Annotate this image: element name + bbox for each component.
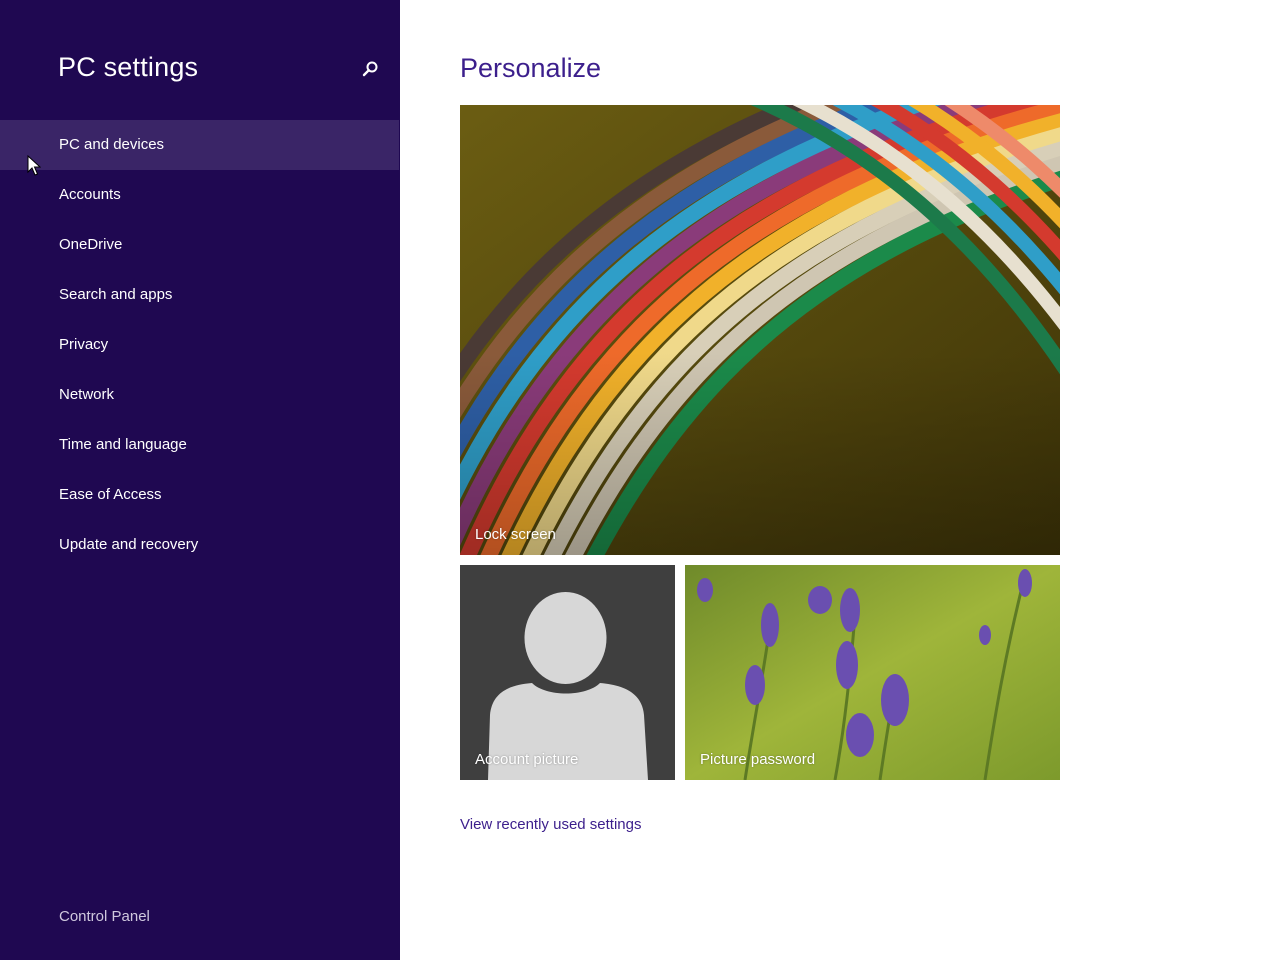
control-panel-link[interactable]: Control Panel <box>59 908 150 925</box>
mouse-cursor-icon <box>27 155 41 176</box>
lock-screen-label: Lock screen <box>475 526 556 543</box>
nav-item-search-and-apps[interactable]: Search and apps <box>0 270 400 320</box>
user-silhouette-icon <box>488 592 648 780</box>
pc-settings-window: PC settings PC and devices Accounts OneD… <box>0 0 1280 960</box>
nav-item-update-and-recovery[interactable]: Update and recovery <box>0 520 400 570</box>
page-title: Personalize <box>460 53 602 83</box>
lavender-image <box>685 565 1060 780</box>
picture-password-tile[interactable]: Picture password <box>685 565 1060 780</box>
account-picture-tile[interactable]: Account picture <box>460 565 675 780</box>
nav-item-network[interactable]: Network <box>0 370 400 420</box>
lock-screen-image <box>460 105 1060 555</box>
nav-item-privacy[interactable]: Privacy <box>0 320 400 370</box>
sidebar: PC settings PC and devices Accounts OneD… <box>0 0 400 960</box>
nav-item-time-and-language[interactable]: Time and language <box>0 420 400 470</box>
picture-password-label: Picture password <box>700 751 816 768</box>
settings-nav: PC and devices Accounts OneDrive Search … <box>0 120 400 570</box>
search-icon <box>362 61 378 77</box>
app-title: PC settings <box>58 52 199 82</box>
view-recent-settings-link[interactable]: View recently used settings <box>460 816 642 833</box>
account-picture-label: Account picture <box>475 751 579 768</box>
nav-item-onedrive[interactable]: OneDrive <box>0 220 400 270</box>
nav-item-pc-and-devices[interactable]: PC and devices <box>0 120 399 170</box>
search-button[interactable] <box>358 58 382 82</box>
lock-screen-tile[interactable]: Lock screen <box>460 105 1060 555</box>
nav-item-ease-of-access[interactable]: Ease of Access <box>0 470 400 520</box>
nav-item-accounts[interactable]: Accounts <box>0 170 400 220</box>
